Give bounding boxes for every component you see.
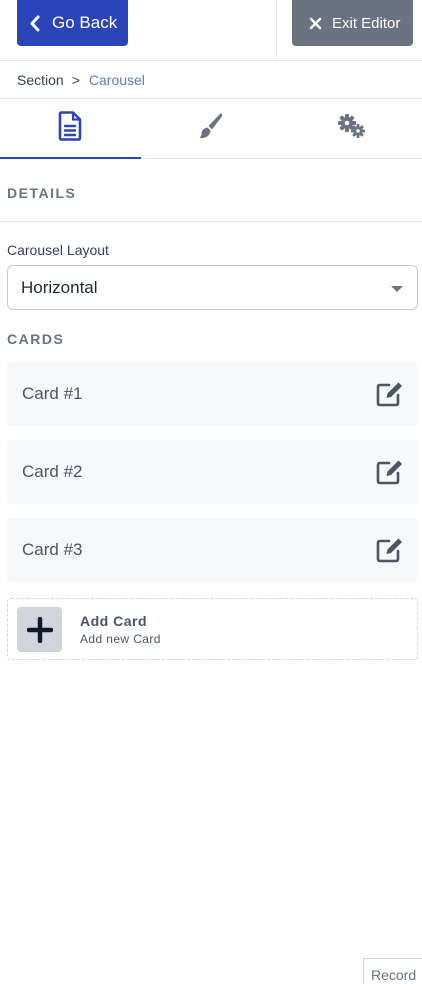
header-divider <box>276 0 277 61</box>
card-label: Card #2 <box>22 462 83 481</box>
cards-heading: CARDS <box>7 331 65 347</box>
breadcrumb-parent[interactable]: Section <box>17 72 64 88</box>
caret-down-icon <box>391 286 403 292</box>
go-back-label: Go Back <box>52 13 118 32</box>
exit-editor-button[interactable]: Exit Editor <box>292 0 413 46</box>
carousel-layout-select[interactable]: Horizontal <box>7 265 418 310</box>
editor-tabs <box>0 99 422 159</box>
add-card-subtitle: Add new Card <box>80 632 161 646</box>
card-item-1[interactable]: Card #1 <box>7 362 418 426</box>
carousel-layout-value: Horizontal <box>21 277 98 297</box>
gears-icon <box>337 113 367 144</box>
top-bar: Go Back Exit Editor <box>0 0 422 61</box>
exit-editor-label: Exit Editor <box>332 14 401 32</box>
plus-icon <box>17 607 62 652</box>
card-label: Card #1 <box>22 384 83 403</box>
add-card-button[interactable]: Add Card Add new Card <box>7 598 418 660</box>
card-item-3[interactable]: Card #3 <box>7 518 418 582</box>
tab-style[interactable] <box>141 99 282 158</box>
breadcrumb: Section > Carousel <box>17 70 145 90</box>
brush-icon <box>198 112 224 145</box>
close-icon <box>309 17 322 30</box>
breadcrumb-separator: > <box>71 72 80 88</box>
edit-icon[interactable] <box>376 381 404 407</box>
tab-content[interactable] <box>0 99 141 159</box>
details-heading: DETAILS <box>7 185 77 201</box>
details-divider <box>0 221 422 222</box>
go-back-button[interactable]: Go Back <box>17 0 128 46</box>
edit-icon[interactable] <box>376 459 404 485</box>
add-card-title: Add Card <box>80 613 147 629</box>
carousel-layout-label: Carousel Layout <box>7 242 109 258</box>
card-label: Card #3 <box>22 540 83 559</box>
breadcrumb-current: Carousel <box>88 72 145 88</box>
record-button[interactable]: Record <box>363 958 422 984</box>
chevron-left-icon <box>29 15 40 32</box>
edit-icon[interactable] <box>376 537 404 563</box>
document-icon <box>57 111 83 146</box>
card-item-2[interactable]: Card #2 <box>7 440 418 504</box>
tab-settings[interactable] <box>281 99 422 158</box>
